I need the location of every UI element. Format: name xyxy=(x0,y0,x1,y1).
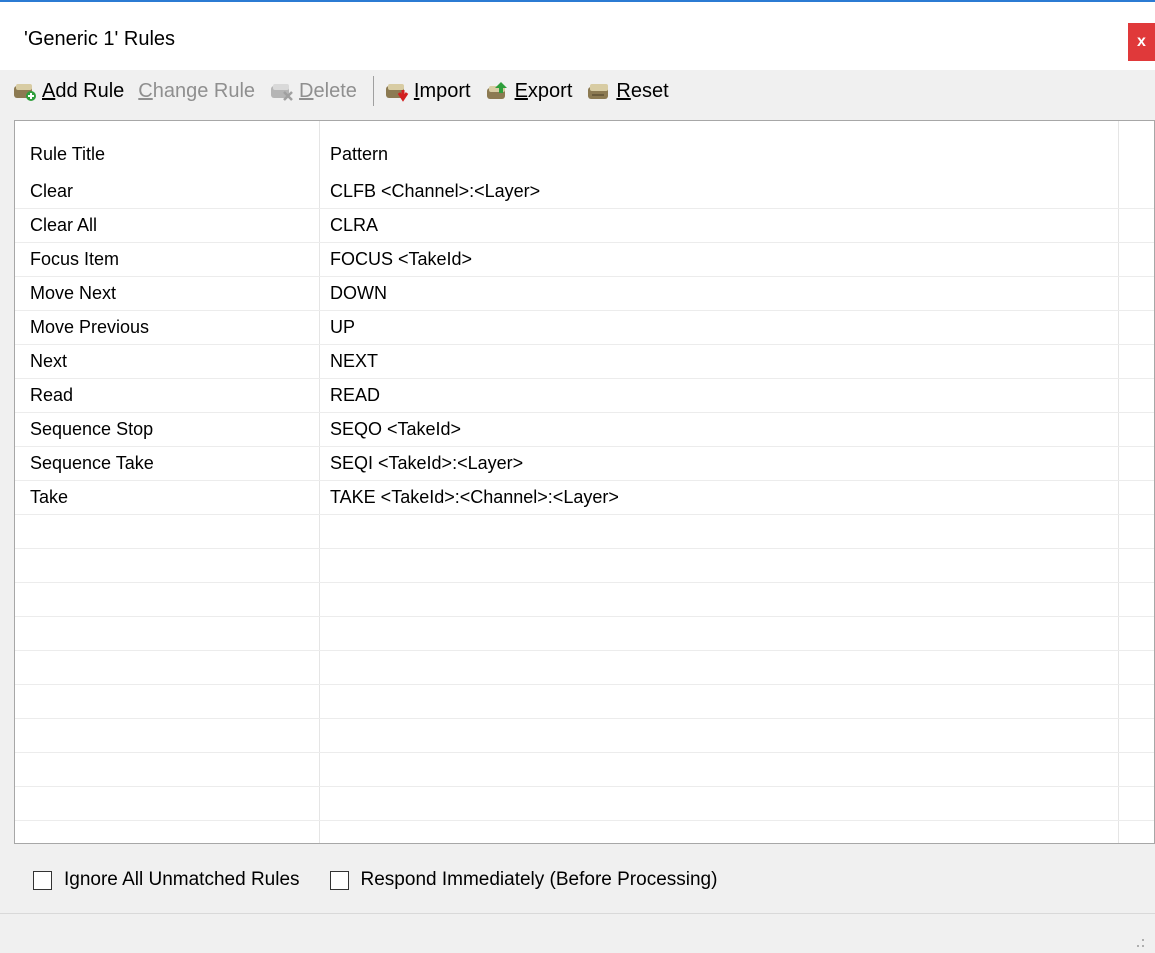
pattern-cell: CLFB <Channel>:<Layer> xyxy=(330,181,541,201)
delete-rule-icon xyxy=(269,80,295,102)
pattern-cell: SEQI <TakeId>:<Layer> xyxy=(330,453,524,473)
add-rule-label: dd Rule xyxy=(55,79,125,102)
reset-button[interactable]: Reset xyxy=(586,79,669,103)
reset-mnemonic: R xyxy=(616,79,631,102)
table-row[interactable]: Next NEXT xyxy=(15,345,1154,379)
export-label: xport xyxy=(527,79,573,102)
column-header-rule-title[interactable]: Rule Title xyxy=(30,121,105,175)
toolbar-separator xyxy=(372,76,374,106)
add-rule-mnemonic: A xyxy=(42,79,56,102)
rule-title-cell: Read xyxy=(30,385,74,405)
export-button[interactable]: Export xyxy=(485,79,573,103)
rule-title-cell: Move Next xyxy=(30,283,117,303)
change-rule-mnemonic: C xyxy=(138,79,153,102)
options-bar: Ignore All Unmatched Rules Respond Immed… xyxy=(0,855,1155,905)
pattern-cell: UP xyxy=(330,317,356,337)
ignore-unmatched-checkbox[interactable]: Ignore All Unmatched Rules xyxy=(33,869,300,891)
table-row[interactable]: Sequence Take SEQI <TakeId>:<Layer> xyxy=(15,447,1154,481)
table-row[interactable]: Focus Item FOCUS <TakeId> xyxy=(15,243,1154,277)
rules-grid[interactable]: Rule Title Pattern Clear CLFB <Channel>:<… xyxy=(14,120,1155,844)
table-row[interactable] xyxy=(15,719,1154,753)
rule-title-cell: Move Previous xyxy=(30,317,150,337)
pattern-cell: SEQO <TakeId> xyxy=(330,419,462,439)
resize-grip-icon[interactable] xyxy=(1135,935,1145,947)
toolbar: Add Rule Change Rule Delete Import Expor… xyxy=(0,70,1155,112)
pattern-cell: CLRA xyxy=(330,215,379,235)
table-row[interactable] xyxy=(15,617,1154,651)
ignore-unmatched-label: Ignore All Unmatched Rules xyxy=(64,869,300,890)
table-row[interactable] xyxy=(15,515,1154,549)
table-row[interactable]: Move Previous UP xyxy=(15,311,1154,345)
pattern-cell: TAKE <TakeId>:<Channel>:<Layer> xyxy=(330,487,619,507)
table-row[interactable] xyxy=(15,821,1154,843)
window-title: 'Generic 1' Rules xyxy=(24,28,176,50)
respond-immediately-checkbox[interactable]: Respond Immediately (Before Processing) xyxy=(329,869,718,891)
rule-title-cell: Take xyxy=(30,487,69,507)
change-rule-label: hange Rule xyxy=(152,79,256,102)
table-row[interactable] xyxy=(15,651,1154,685)
table-row[interactable] xyxy=(15,685,1154,719)
rule-title-cell: Sequence Take xyxy=(30,453,154,473)
pattern-cell: NEXT xyxy=(330,351,379,371)
rule-title-cell: Clear xyxy=(30,181,74,201)
import-icon xyxy=(384,80,410,102)
table-row[interactable] xyxy=(15,787,1154,821)
checkbox-box[interactable] xyxy=(329,870,349,890)
import-button[interactable]: Import xyxy=(384,80,471,103)
add-rule-button[interactable]: Add Rule xyxy=(12,80,124,103)
table-row[interactable]: Clear All CLRA xyxy=(15,209,1154,243)
import-label: mport xyxy=(419,79,471,102)
change-rule-button[interactable]: Change Rule xyxy=(138,80,255,103)
table-row[interactable] xyxy=(15,549,1154,583)
column-header-pattern[interactable]: Pattern xyxy=(330,121,388,175)
status-separator xyxy=(0,913,1155,914)
table-row[interactable]: Take TAKE <TakeId>:<Channel>:<Layer> xyxy=(15,481,1154,515)
table-row[interactable]: Clear CLFB <Channel>:<Layer> xyxy=(15,175,1154,209)
pattern-cell: FOCUS <TakeId> xyxy=(330,249,473,269)
respond-immediately-label: Respond Immediately (Before Processing) xyxy=(360,869,718,890)
table-row[interactable]: Read READ xyxy=(15,379,1154,413)
rule-title-cell: Next xyxy=(30,351,68,371)
pattern-cell: READ xyxy=(330,385,381,405)
pattern-cell: DOWN xyxy=(330,283,387,303)
checkbox-box[interactable] xyxy=(33,870,52,890)
reset-icon xyxy=(586,80,612,102)
close-button[interactable]: x xyxy=(1128,23,1155,61)
delete-button[interactable]: Delete xyxy=(269,80,357,103)
title-bar: 'Generic 1' Rules x xyxy=(0,2,1155,70)
rule-title-cell: Focus Item xyxy=(30,249,120,269)
table-row[interactable] xyxy=(15,753,1154,787)
rule-title-cell: Clear All xyxy=(30,215,98,235)
delete-label: elete xyxy=(313,79,357,102)
reset-label: eset xyxy=(630,79,669,102)
delete-mnemonic: D xyxy=(299,79,314,102)
table-row[interactable]: Move Next DOWN xyxy=(15,277,1154,311)
table-row[interactable]: Sequence Stop SEQO <TakeId> xyxy=(15,413,1154,447)
table-row[interactable] xyxy=(15,583,1154,617)
grid-header: Rule Title Pattern xyxy=(15,121,1154,175)
export-mnemonic: E xyxy=(514,79,528,102)
rule-title-cell: Sequence Stop xyxy=(30,419,154,439)
export-icon xyxy=(485,80,511,102)
add-rule-icon xyxy=(12,80,38,102)
